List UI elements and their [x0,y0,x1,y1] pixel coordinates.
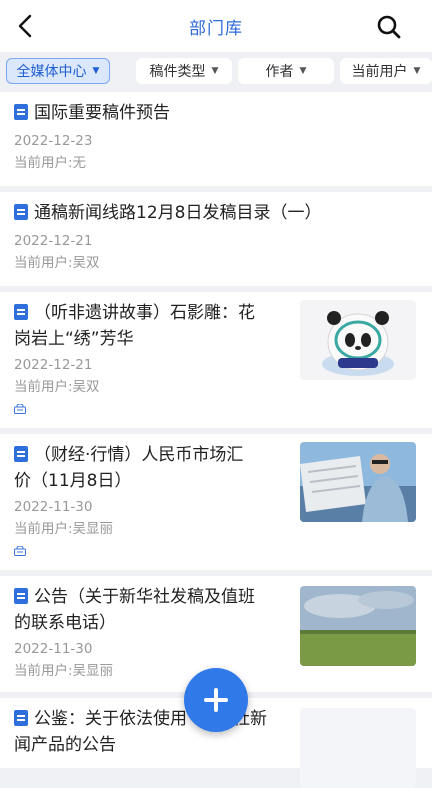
filter-label: 作者 [265,64,294,80]
article-title: 国际重要稿件预告 [14,100,418,126]
filter-current-user[interactable]: 当前用户 ▼ [340,58,432,84]
filter-article-type[interactable]: 稿件类型 ▼ [136,58,232,84]
list-item[interactable]: 通稿新闻线路12月8日发稿目录（一） 2022-12-21 当前用户:吴双 [0,192,432,286]
grass-field-thumbnail [300,586,416,666]
document-icon [14,104,28,120]
caret-down-icon: ▼ [211,66,219,76]
filter-bar: 全媒体中心 ▼ 稿件类型 ▼ 作者 ▼ 当前用户 ▼ [0,52,432,90]
document-icon [14,304,28,320]
article-date: 2022-12-21 [14,233,93,249]
document-icon [14,588,28,604]
panda-mascot-thumbnail [300,300,416,380]
filter-label: 全媒体中心 [16,64,87,80]
list-item[interactable]: （财经·行情）人民币市场汇 价（11月8日） 2022-11-30 当前用户:吴… [0,434,432,570]
back-arrow-icon[interactable] [12,12,40,40]
article-title: 通稿新闻线路12月8日发稿目录（一） [14,200,418,226]
lock-icon [14,404,26,414]
article-user: 当前用户:无 [14,155,87,171]
top-bar: 部门库 [0,0,432,52]
filter-author[interactable]: 作者 ▼ [238,58,334,84]
thumbnail-placeholder [300,708,416,788]
filter-label: 当前用户 [351,64,408,80]
filter-media-center[interactable]: 全媒体中心 ▼ [6,58,110,84]
article-date: 2022-12-23 [14,133,93,149]
document-icon [14,446,28,462]
search-icon[interactable] [376,14,402,40]
article-user: 当前用户:吴双 [14,255,100,271]
add-button[interactable] [184,668,248,732]
filter-label: 稿件类型 [149,64,206,80]
caret-down-icon: ▼ [92,66,100,76]
caret-down-icon: ▼ [413,66,421,76]
caret-down-icon: ▼ [299,66,307,76]
man-reading-newspaper-thumbnail [300,442,416,522]
list-item[interactable]: 国际重要稿件预告 2022-12-23 当前用户:无 [0,92,432,186]
document-icon [14,204,28,220]
page-title: 部门库 [189,18,243,39]
lock-icon [14,546,26,556]
list-item[interactable]: （听非遗讲故事）石影雕：花 岗岩上“绣”芳华 2022-12-21 当前用户:吴… [0,292,432,428]
document-icon [14,710,28,726]
